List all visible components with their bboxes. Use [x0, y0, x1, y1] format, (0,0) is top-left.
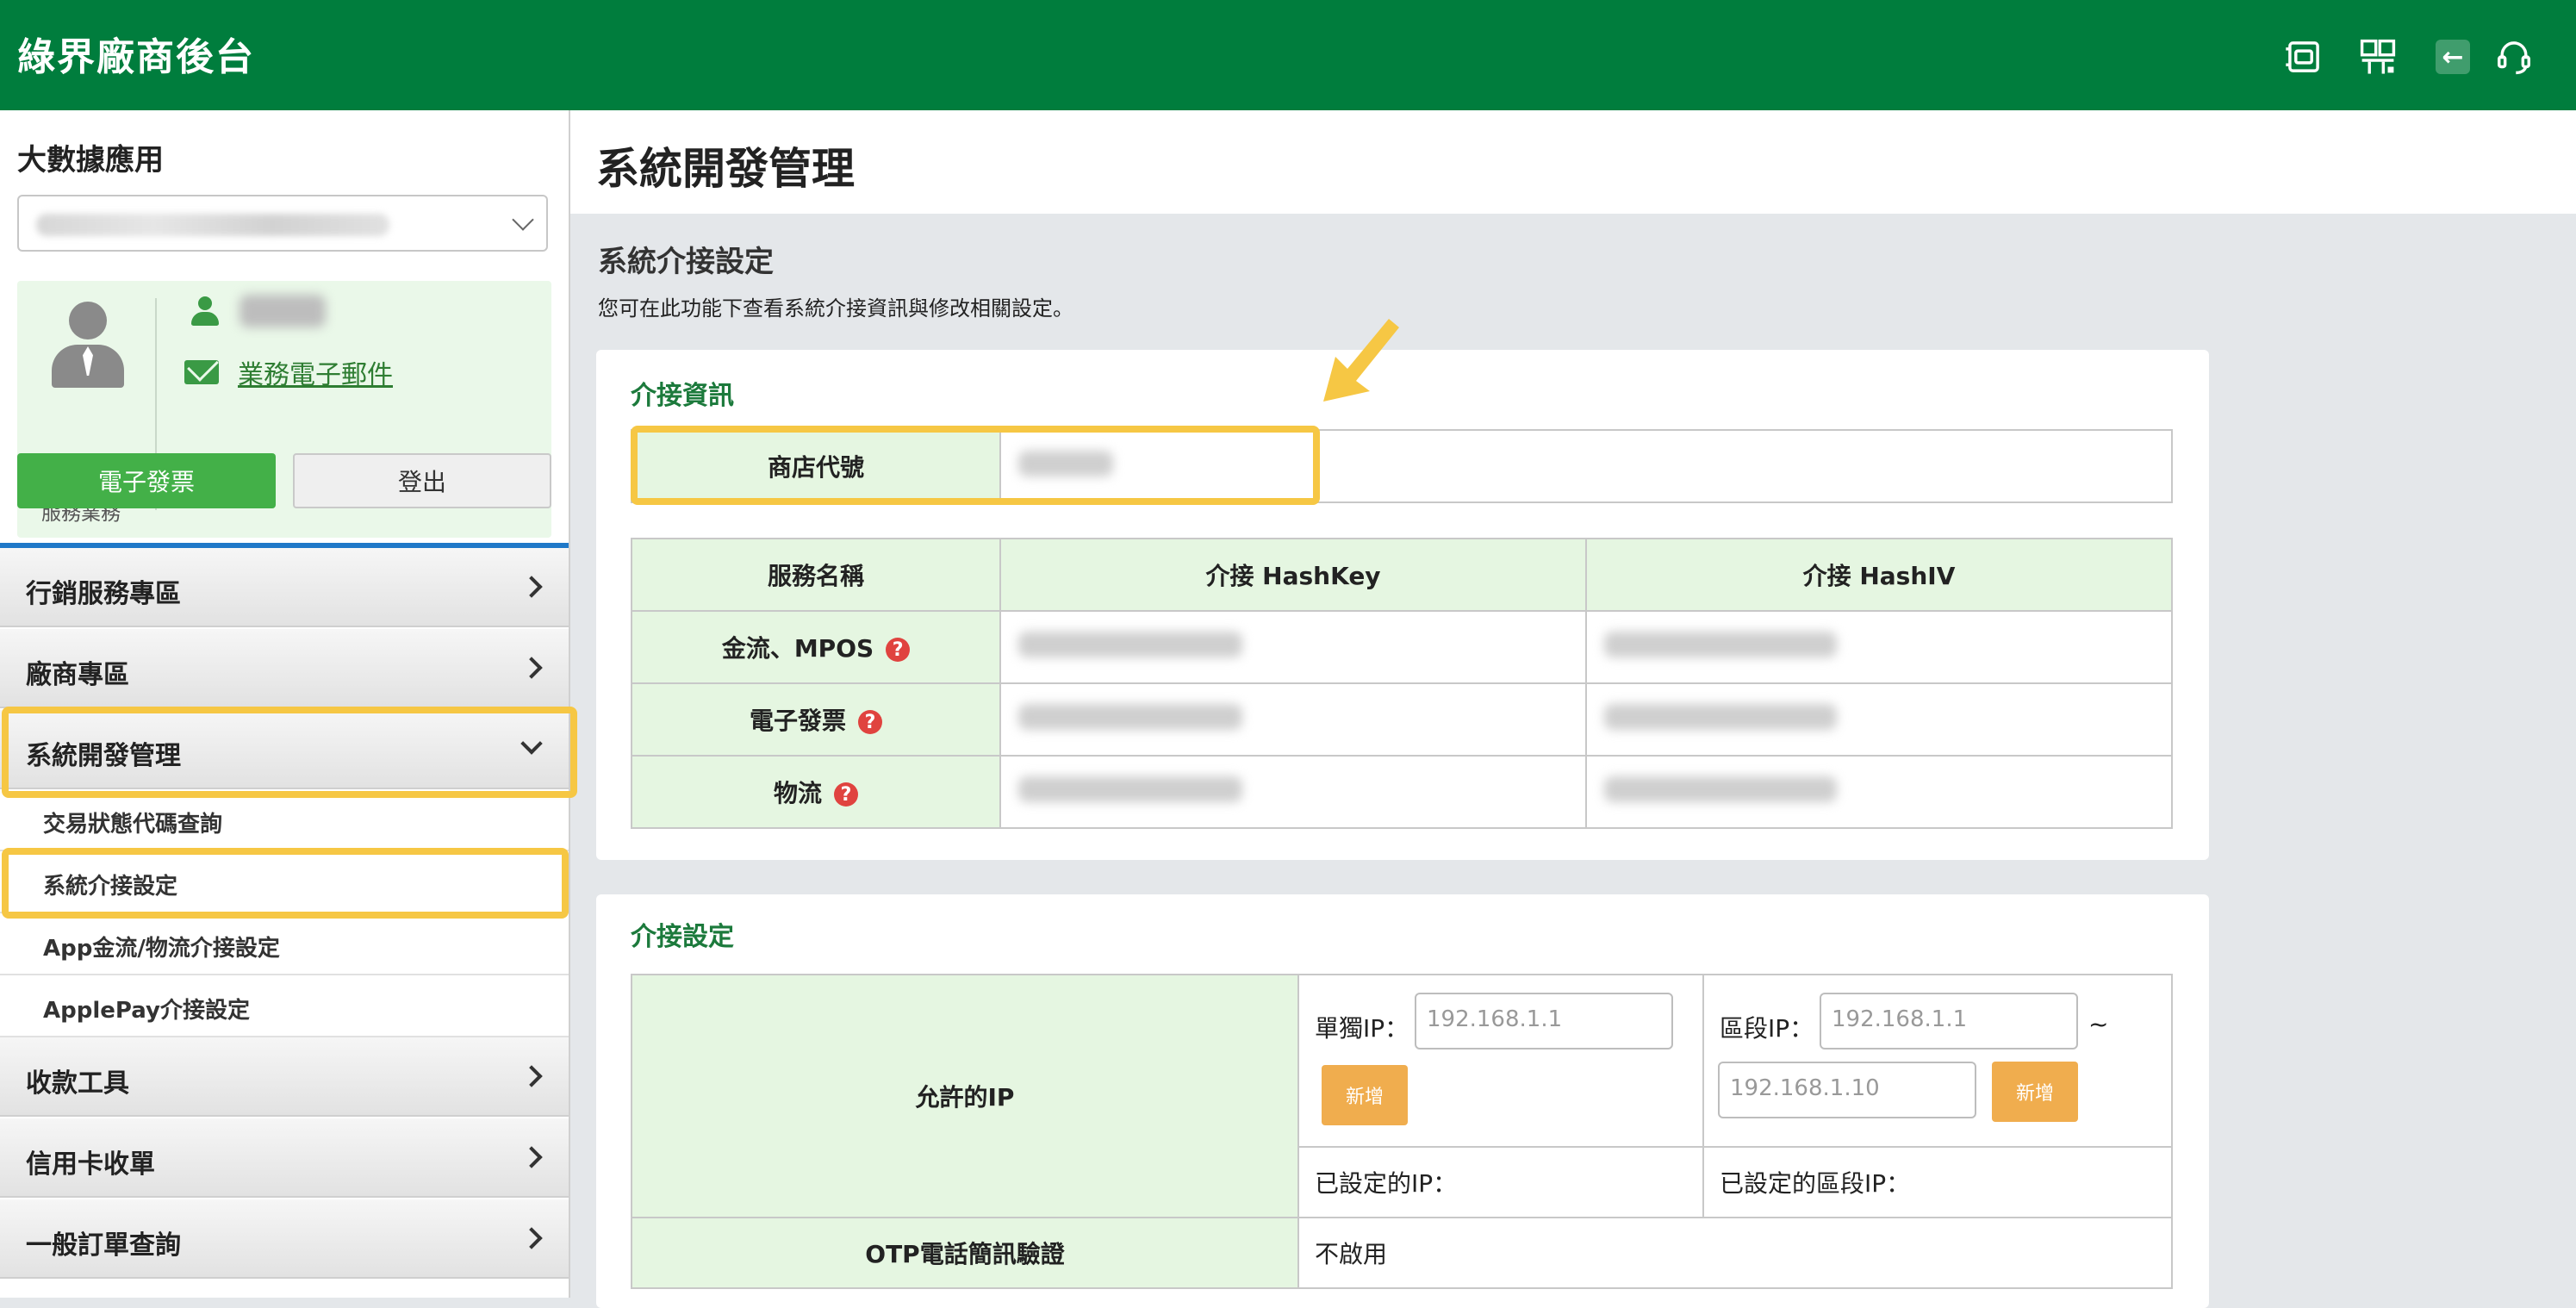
otp-label: OTP電話簡訊驗證 [631, 1217, 1299, 1289]
submenu-item-status-code[interactable]: 交易狀態代碼查詢 [0, 789, 569, 851]
service-name-invoice: 電子發票? [631, 682, 1001, 757]
single-ip-input[interactable]: 192.168.1.1 [1415, 993, 1673, 1050]
annotation-arrow-icon [1323, 319, 1399, 402]
integration-settings-panel: 介接設定 允許的IP 單獨IP： 192.168.1.1 新增 區段IP： 19… [596, 894, 2209, 1308]
add-range-ip-button[interactable]: 新增 [1992, 1062, 2078, 1122]
hashiv-value[interactable] [1585, 755, 2173, 829]
chevron-right-icon [520, 1227, 543, 1249]
e-invoice-button[interactable]: 電子發票 [17, 453, 276, 508]
chevron-right-icon [520, 657, 543, 679]
help-icon[interactable]: ? [886, 638, 911, 662]
section-description: 您可在此功能下查看系統介接資訊與修改相關設定。 [598, 296, 1073, 321]
page-header: 系統開發管理 [570, 110, 2576, 214]
help-icon[interactable]: ? [858, 710, 882, 734]
service-name-payment: 金流、MPOS? [631, 610, 1001, 684]
chevron-down-icon [520, 732, 543, 755]
table-row: 電子發票? [631, 682, 2173, 757]
header-service-name: 服務名稱 [631, 538, 1001, 612]
qr-code-icon[interactable] [2352, 31, 2404, 83]
sales-email-link[interactable]: 業務電子郵件 [238, 353, 393, 391]
service-name-logistics: 物流? [631, 755, 1001, 829]
help-icon[interactable]: ? [834, 782, 858, 807]
chevron-right-icon [520, 576, 543, 598]
range-ip-to-input[interactable]: 192.168.1.10 [1718, 1062, 1976, 1118]
store-id-label: 商店代號 [631, 429, 1001, 503]
hash-table: 服務名稱 介接 HashKey 介接 HashIV 金流、MPOS? 電子發票?… [631, 538, 2173, 829]
panel-title-info: 介接資訊 [631, 381, 734, 411]
sales-name [240, 295, 326, 327]
account-select-value [36, 214, 389, 236]
menu-item-order-query[interactable]: 一般訂單查詢 [0, 1199, 569, 1279]
logout-button[interactable]: 登出 [293, 453, 551, 508]
sidebar: 大數據應用 服務業務 業務電子郵件 電子發票 登出 行銷服務專區 廠商專區 系統… [0, 110, 577, 1298]
support-headset-icon[interactable] [2488, 31, 2540, 83]
back-icon[interactable]: ← [2436, 40, 2470, 74]
chevron-down-icon [512, 209, 534, 231]
mail-icon [184, 360, 219, 384]
top-header: 綠界廠商後台 ← [0, 0, 2576, 110]
table-row: 金流、MPOS? [631, 610, 2173, 684]
otp-value[interactable]: 不啟用 [1297, 1217, 2173, 1289]
submenu-item-app-integration[interactable]: App金流/物流介接設定 [0, 913, 569, 975]
person-icon [190, 296, 221, 331]
section-title: 系統介接設定 [598, 245, 774, 279]
header-icon-group: ← [0, 31, 2576, 83]
range-ip-cell: 區段IP： 192.168.1.1 ~ 192.168.1.10 新增 [1702, 974, 2173, 1148]
header-hashkey: 介接 HashKey [999, 538, 1587, 612]
allowed-ip-label: 允許的IP [631, 974, 1299, 1218]
menu-item-system-dev[interactable]: 系統開發管理 [0, 710, 569, 789]
chevron-right-icon [520, 1146, 543, 1168]
menu-item-merchant[interactable]: 廠商專區 [0, 629, 569, 708]
range-ip-label: 區段IP： [1720, 1014, 1814, 1043]
set-range-ip-label: 已設定的區段IP： [1702, 1146, 2173, 1218]
menu-item-payment-tools[interactable]: 收款工具 [0, 1037, 569, 1117]
invoice-app-icon[interactable] [2278, 31, 2330, 83]
add-single-ip-button[interactable]: 新增 [1322, 1065, 1408, 1125]
range-separator: ~ [2088, 1010, 2109, 1038]
panel-title-settings: 介接設定 [631, 922, 734, 952]
set-ip-label: 已設定的IP： [1297, 1146, 1704, 1218]
hashkey-value[interactable] [999, 682, 1587, 757]
store-id-value [999, 429, 2173, 503]
hashiv-value[interactable] [1585, 682, 2173, 757]
hashkey-value[interactable] [999, 755, 1587, 829]
range-ip-from-input[interactable]: 192.168.1.1 [1820, 993, 2078, 1050]
account-select[interactable] [17, 195, 548, 252]
submenu-item-applepay[interactable]: ApplePay介接設定 [0, 975, 569, 1037]
submenu-item-integration-settings[interactable]: 系統介接設定 [0, 851, 569, 913]
settings-table: 允許的IP 單獨IP： 192.168.1.1 新增 區段IP： 192.168… [631, 974, 2173, 1289]
header-hashiv: 介接 HashIV [1585, 538, 2173, 612]
hashiv-value[interactable] [1585, 610, 2173, 684]
menu-item-marketing[interactable]: 行銷服務專區 [0, 548, 569, 627]
single-ip-cell: 單獨IP： 192.168.1.1 新增 [1297, 974, 1704, 1148]
avatar [48, 302, 126, 388]
sidebar-title: 大數據應用 [17, 143, 164, 178]
hashkey-value[interactable] [999, 610, 1587, 684]
table-row: 物流? [631, 755, 2173, 829]
store-id-table: 商店代號 [631, 429, 2173, 503]
menu-item-credit-card[interactable]: 信用卡收單 [0, 1118, 569, 1198]
chevron-right-icon [520, 1065, 543, 1087]
page-title: 系統開發管理 [596, 144, 855, 194]
single-ip-label: 單獨IP： [1315, 1014, 1409, 1043]
integration-info-panel: 介接資訊 商店代號 服務名稱 介接 HashKey 介接 HashIV 金流、M… [596, 350, 2209, 860]
